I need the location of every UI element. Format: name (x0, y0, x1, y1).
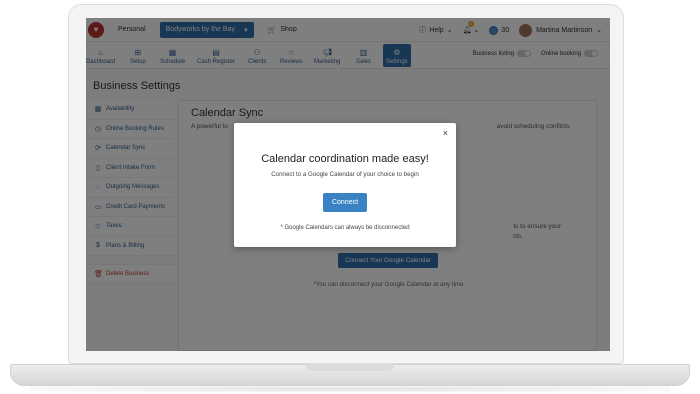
laptop-shadow (30, 386, 670, 392)
close-icon[interactable]: × (443, 128, 448, 138)
modal-note: * Google Calendars can always be disconn… (280, 225, 410, 231)
laptop-notch (306, 364, 394, 371)
modal-subtitle: Connect to a Google Calendar of your cho… (271, 171, 419, 178)
connect-button[interactable]: Connect (323, 193, 367, 212)
calendar-connect-modal: × Calendar coordination made easy! Conne… (234, 123, 456, 247)
laptop-screen: ♥ Personal Bodyworks by the Bay ▾ 🛒 Shop… (86, 18, 610, 351)
modal-title: Calendar coordination made easy! (261, 153, 429, 165)
